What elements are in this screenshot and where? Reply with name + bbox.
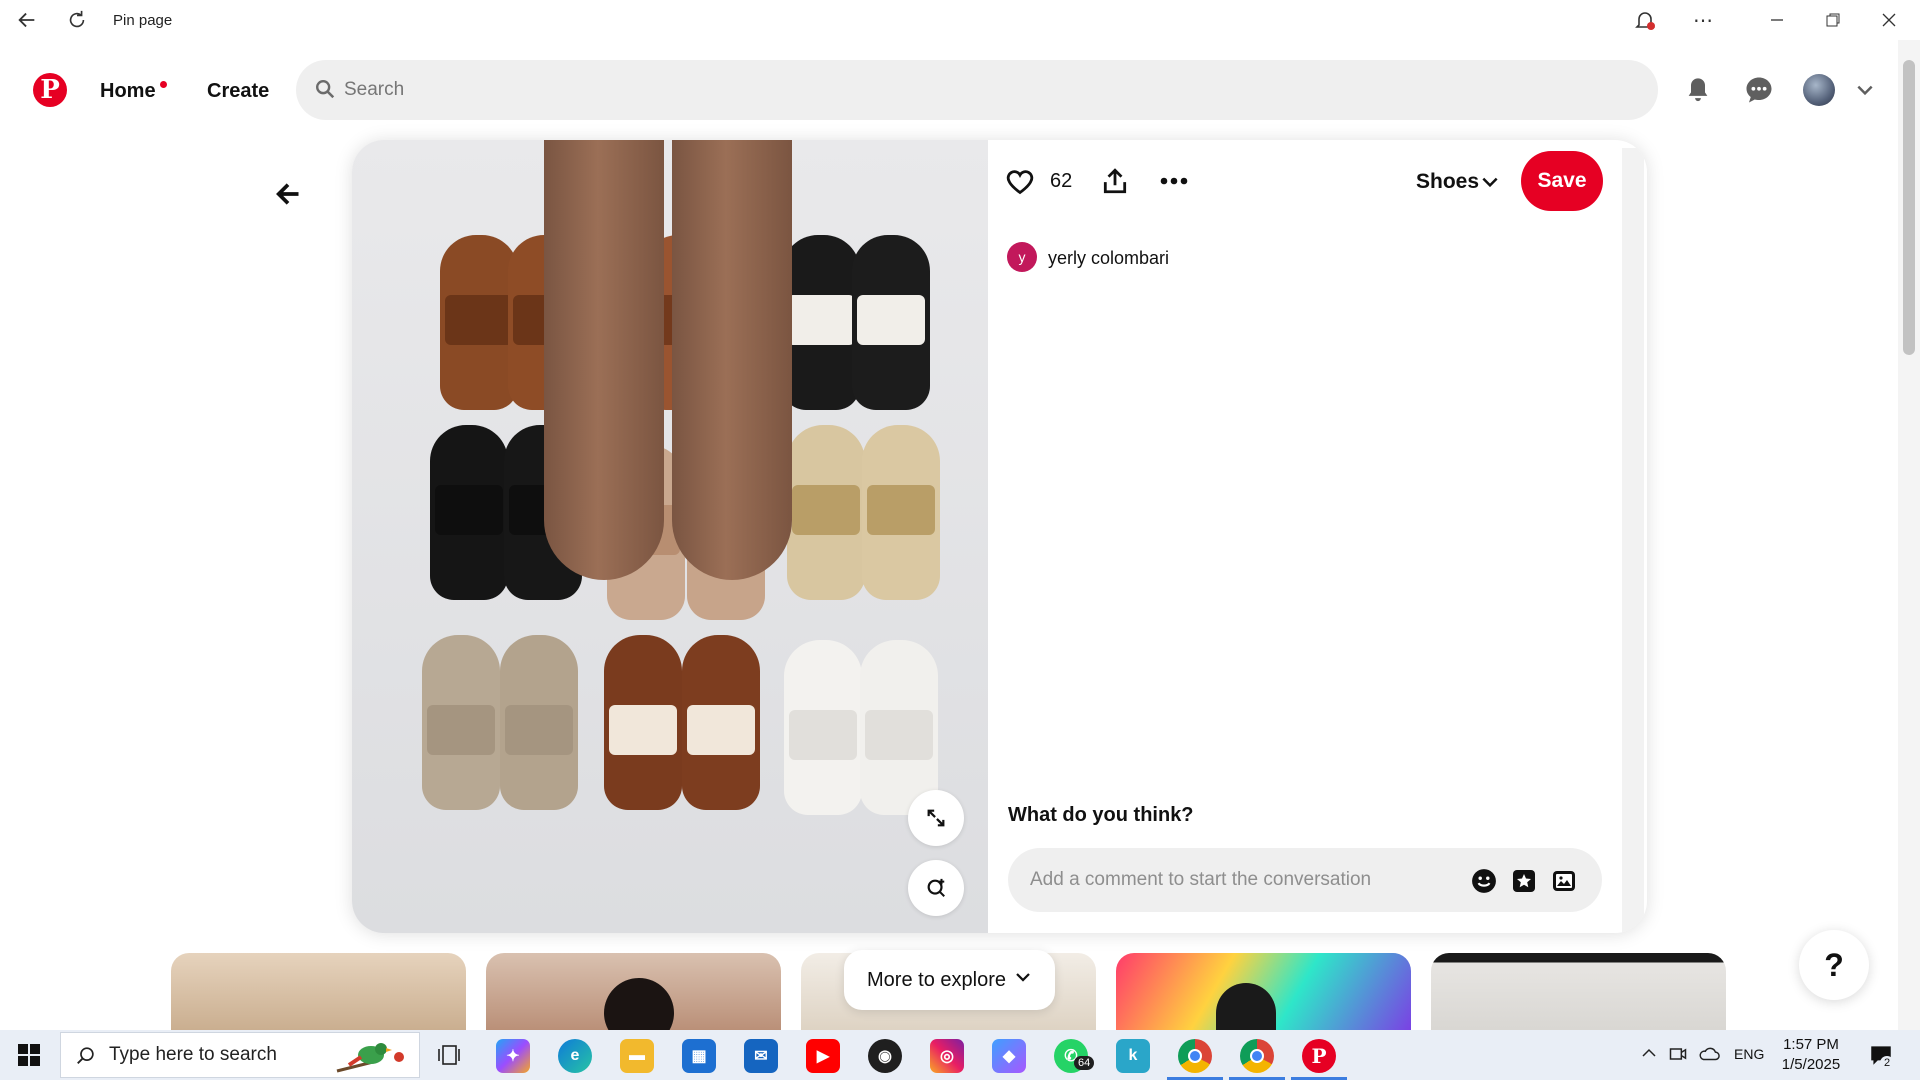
copilot-icon[interactable]: ✦ xyxy=(496,1039,530,1073)
sandal xyxy=(440,235,518,410)
pinterest-app-icon[interactable]: P xyxy=(1302,1039,1336,1073)
more-options-icon[interactable]: ⋯ xyxy=(1688,6,1718,34)
feed-pin-thumbnail[interactable] xyxy=(171,953,466,1033)
more-icon[interactable] xyxy=(1160,170,1188,197)
board-selector[interactable]: Shoes xyxy=(1416,170,1479,194)
feed-pin-thumbnail[interactable] xyxy=(1431,953,1726,1033)
back-icon[interactable] xyxy=(12,6,42,34)
notification-alert-icon[interactable] xyxy=(1630,6,1660,34)
mail-icon[interactable]: ✉ xyxy=(744,1039,778,1073)
creator-name[interactable]: yerly colombari xyxy=(1048,248,1169,269)
heart-icon[interactable] xyxy=(1006,168,1034,201)
sandal xyxy=(860,640,938,815)
taskbar: ✦ e ▬ ▦ ✉ ▶ ◉ ◎ ◆ ✆ 64 k P ENG 1:57 PM 1… xyxy=(0,1030,1920,1080)
more-to-explore-label: More to explore xyxy=(867,968,1006,991)
pinterest-logo-icon[interactable]: P xyxy=(33,73,67,107)
save-button[interactable]: Save xyxy=(1521,151,1603,211)
site-header: P Home Create xyxy=(0,56,1920,124)
nav-home[interactable]: Home xyxy=(100,80,156,103)
photos-icon[interactable]: ◆ xyxy=(992,1039,1026,1073)
emoji-icon[interactable] xyxy=(1470,867,1498,895)
visual-search-icon[interactable] xyxy=(908,860,964,916)
sandal xyxy=(430,425,508,600)
title-bar: Pin page ⋯ xyxy=(0,0,1920,40)
leg xyxy=(672,140,792,580)
youtube-icon[interactable]: ▶ xyxy=(806,1039,840,1073)
search-bar xyxy=(296,60,1658,120)
sandal xyxy=(604,635,682,810)
feed-pin-thumbnail[interactable] xyxy=(486,953,781,1033)
minimize-icon[interactable] xyxy=(1762,6,1792,34)
search-icon xyxy=(314,78,336,105)
sticker-icon[interactable] xyxy=(1510,867,1538,895)
search-icon xyxy=(75,1045,97,1072)
github-icon[interactable]: ◉ xyxy=(868,1039,902,1073)
scrollbar-thumb[interactable] xyxy=(1903,60,1915,355)
clock[interactable]: 1:57 PM 1/5/2025 xyxy=(1766,1035,1856,1075)
task-view-icon[interactable] xyxy=(436,1042,462,1073)
pin-card: 62 Shoes Save y yerly colombari What do … xyxy=(352,140,1647,933)
bird-illustration-icon xyxy=(331,1037,411,1082)
expand-icon[interactable] xyxy=(908,790,964,846)
feed-pin-thumbnail[interactable] xyxy=(1116,953,1411,1033)
creator-avatar[interactable]: y xyxy=(1007,242,1037,272)
restore-icon[interactable] xyxy=(1818,6,1848,34)
meet-now-icon[interactable] xyxy=(1668,1044,1688,1069)
board-chevron-down-icon[interactable] xyxy=(1480,172,1500,197)
pin-image[interactable] xyxy=(352,140,988,933)
window-title: Pin page xyxy=(113,12,173,29)
image-upload-icon[interactable] xyxy=(1550,867,1578,895)
close-icon[interactable] xyxy=(1874,6,1904,34)
sandal xyxy=(500,635,578,810)
windows-start-icon[interactable] xyxy=(18,1044,40,1071)
clock-time: 1:57 PM xyxy=(1783,1036,1839,1053)
sandal xyxy=(862,425,940,600)
sandal xyxy=(784,640,862,815)
microsoft-store-icon[interactable]: ▦ xyxy=(682,1039,716,1073)
chevron-up-icon[interactable] xyxy=(1640,1044,1658,1067)
sandal xyxy=(422,635,500,810)
whatsapp-badge: 64 xyxy=(1074,1056,1095,1070)
messages-icon[interactable] xyxy=(1740,71,1778,109)
comment-input[interactable] xyxy=(1030,848,1450,912)
comments-heading: What do you think? xyxy=(1008,804,1194,826)
sandal xyxy=(787,425,865,600)
notifications-bell-icon[interactable] xyxy=(1679,71,1717,109)
sandal xyxy=(782,235,860,410)
search-input[interactable] xyxy=(344,60,1624,120)
onedrive-cloud-icon[interactable] xyxy=(1698,1044,1720,1069)
refresh-icon[interactable] xyxy=(62,6,92,34)
instagram-icon[interactable]: ◎ xyxy=(930,1039,964,1073)
chevron-down-icon xyxy=(1014,968,1032,992)
edge-icon[interactable]: e xyxy=(558,1039,592,1073)
sandal xyxy=(852,235,930,410)
avatar[interactable] xyxy=(1803,74,1835,106)
back-arrow-icon[interactable] xyxy=(270,176,306,212)
notification-count-badge: 2 xyxy=(1880,1056,1895,1070)
like-count: 62 xyxy=(1050,170,1073,192)
file-explorer-icon[interactable]: ▬ xyxy=(620,1039,654,1073)
clock-date: 1/5/2025 xyxy=(1781,1056,1841,1073)
k-app-icon[interactable]: k xyxy=(1116,1039,1150,1073)
chrome-icon[interactable] xyxy=(1178,1039,1212,1073)
pin-details-scrollbar[interactable] xyxy=(1622,148,1644,933)
more-to-explore-button[interactable]: More to explore xyxy=(844,950,1055,1010)
nav-create[interactable]: Create xyxy=(207,80,269,103)
account-chevron-down-icon[interactable] xyxy=(1846,71,1884,109)
share-icon[interactable] xyxy=(1102,167,1128,200)
taskbar-search-input[interactable] xyxy=(109,1033,329,1077)
leg xyxy=(544,140,664,580)
sandal xyxy=(682,635,760,810)
comment-box xyxy=(1008,848,1602,912)
taskbar-search xyxy=(60,1032,420,1078)
home-notification-dot xyxy=(160,81,167,88)
help-button[interactable]: ? xyxy=(1799,930,1869,1000)
page-scrollbar[interactable] xyxy=(1898,40,1920,1030)
language-indicator[interactable]: ENG xyxy=(1734,1046,1764,1062)
chrome-profile-icon[interactable] xyxy=(1240,1039,1274,1073)
